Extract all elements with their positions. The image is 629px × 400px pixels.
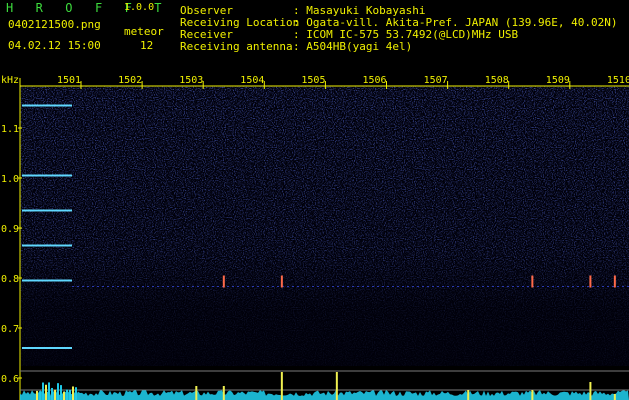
spectrogram: kHz 1.1 1.0 0.9 0.8 0.7 0.6 1501 1502 1503 1504 150… bbox=[1, 75, 629, 400]
level-bar bbox=[36, 390, 38, 400]
level-bar bbox=[63, 391, 65, 400]
x-tick-label: 1508 bbox=[485, 75, 509, 86]
level-peak bbox=[195, 386, 198, 400]
x-tick-label: 1502 bbox=[118, 75, 142, 86]
y-tick-label: 0.8 bbox=[1, 274, 19, 285]
level-peak bbox=[335, 372, 338, 400]
level-peak bbox=[613, 394, 616, 400]
y-tick-label: 0.7 bbox=[1, 324, 19, 335]
y-tick-label: 1.0 bbox=[1, 174, 19, 185]
level-peak bbox=[467, 390, 470, 400]
level-bar bbox=[42, 382, 44, 400]
x-tick-label: 1504 bbox=[240, 75, 264, 86]
header: H R O F F T 1.0.0 0402121500.png 04.02.1… bbox=[0, 0, 629, 74]
level-bar bbox=[69, 389, 71, 400]
level-peak bbox=[280, 372, 283, 400]
app-version: 1.0.0 bbox=[124, 2, 155, 13]
level-bar bbox=[57, 383, 59, 400]
meteor-echo bbox=[280, 275, 283, 288]
x-tick-label: 1505 bbox=[301, 75, 325, 86]
level-bar bbox=[39, 391, 41, 400]
y-tick-label: 0.6 bbox=[1, 374, 19, 385]
x-tick-label: 1501 bbox=[57, 75, 81, 86]
level-peak bbox=[222, 386, 225, 400]
y-axis-label: kHz bbox=[1, 75, 19, 86]
level-bar bbox=[54, 389, 56, 400]
level-bar bbox=[48, 382, 50, 400]
meteor-label: meteor bbox=[124, 25, 164, 38]
level-peak bbox=[589, 382, 592, 400]
y-tick-label: 1.1 bbox=[1, 124, 19, 135]
x-tick-label: 1507 bbox=[424, 75, 448, 86]
meteor-count: 12 bbox=[140, 39, 154, 52]
meteor-echo bbox=[589, 275, 592, 288]
x-tick-label: 1506 bbox=[363, 75, 387, 86]
antenna-label: Receiving antenna bbox=[180, 40, 293, 53]
y-tick-label: 0.9 bbox=[1, 224, 19, 235]
level-meter bbox=[20, 370, 629, 400]
level-bar bbox=[66, 389, 68, 400]
antenna-value: : A504HB(yagi 4el) bbox=[293, 40, 413, 53]
x-tick-label: 1510 bbox=[607, 75, 629, 86]
meteor-echo bbox=[222, 275, 225, 288]
x-tick-label: 1509 bbox=[546, 75, 570, 86]
file-name: 0402121500.png bbox=[8, 18, 101, 31]
level-trace bbox=[20, 390, 629, 400]
spectrum-field bbox=[20, 86, 629, 366]
level-bar bbox=[75, 387, 77, 400]
meteor-echo bbox=[531, 275, 534, 288]
x-tick-label: 1503 bbox=[179, 75, 203, 86]
file-datetime: 04.02.12 15:00 bbox=[8, 39, 101, 52]
level-peak bbox=[531, 390, 534, 400]
level-bar bbox=[45, 384, 47, 400]
level-bar bbox=[60, 385, 62, 400]
meteor-echo bbox=[613, 275, 616, 288]
level-bar bbox=[72, 386, 74, 400]
level-bar bbox=[51, 387, 53, 400]
